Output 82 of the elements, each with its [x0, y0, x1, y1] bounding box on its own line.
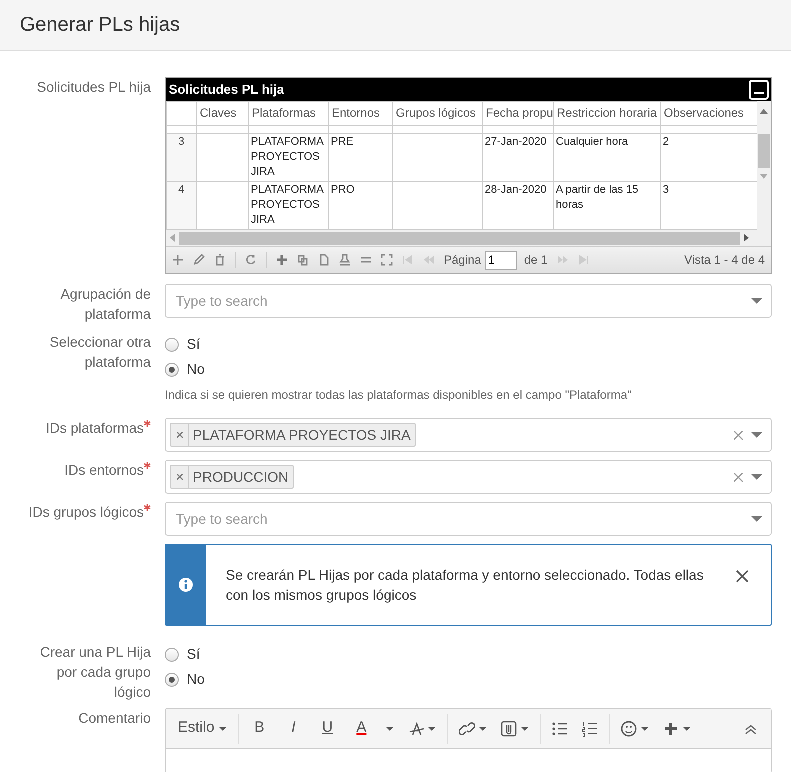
- table-cell: PLATAFORMA PROYECTOS JIRA: [248, 134, 328, 182]
- refresh-icon[interactable]: [245, 254, 257, 266]
- scroll-right-icon[interactable]: [744, 234, 749, 242]
- table-cell: 27-Jan-2020: [482, 134, 554, 182]
- remove-icon[interactable]: [176, 474, 182, 480]
- field-label: IDs grupos lógicos: [28, 503, 144, 522]
- page-input[interactable]: 1: [485, 250, 518, 270]
- scroll-left-icon[interactable]: [170, 234, 175, 242]
- radio-option[interactable]: No: [165, 357, 772, 382]
- minimize-button[interactable]: [749, 80, 769, 100]
- table-cell: Cualquier hora: [554, 134, 660, 182]
- underline-button[interactable]: U: [312, 714, 344, 744]
- record-count: Vista 1 - 4 de 4: [684, 252, 765, 269]
- caret-icon: [682, 726, 691, 730]
- stamp-icon[interactable]: [339, 254, 351, 266]
- plus-icon: [662, 720, 679, 736]
- row-number: 3: [166, 134, 196, 182]
- caret-icon: [218, 726, 227, 730]
- field-label: Comentario: [78, 709, 151, 728]
- scrollbar-thumb[interactable]: [179, 232, 740, 244]
- style-dropdown[interactable]: Estilo: [172, 714, 233, 744]
- scrollbar-thumb[interactable]: [758, 134, 770, 168]
- caret-icon: [751, 298, 763, 304]
- radio-option[interactable]: Sí: [165, 332, 772, 357]
- text-size-icon: [408, 720, 424, 736]
- column-header[interactable]: Restriccion horaria: [554, 102, 660, 126]
- smiley-icon: [620, 720, 637, 736]
- close-icon[interactable]: [736, 570, 749, 583]
- column-header[interactable]: Plataformas: [248, 102, 328, 126]
- page-title: Generar PLs hijas: [20, 13, 180, 37]
- column-header[interactable]: Claves: [196, 102, 248, 126]
- remove-icon[interactable]: [176, 432, 182, 438]
- column-header[interactable]: Grupos lógicos: [392, 102, 482, 126]
- page-label: Página: [444, 252, 482, 269]
- bold-button[interactable]: B: [244, 714, 276, 744]
- caret-icon: [520, 726, 529, 730]
- field-label: Solicitudes PL hija: [37, 78, 151, 97]
- multi-select[interactable]: PLATAFORMA PROYECTOS JIRA: [165, 418, 772, 452]
- scroll-down-icon[interactable]: [760, 174, 768, 179]
- field-label: IDs entornos: [64, 461, 144, 480]
- field-label: Agrupación de plataforma: [60, 285, 151, 324]
- clear-icon[interactable]: [734, 430, 743, 440]
- caret-icon: [751, 516, 763, 522]
- plus-icon[interactable]: [172, 254, 184, 266]
- caret-icon: [751, 474, 763, 480]
- radio-option[interactable]: Sí: [165, 642, 772, 667]
- field-label: Seleccionar otra plataforma: [48, 333, 151, 372]
- radio-option[interactable]: No: [165, 667, 772, 692]
- caret-icon: [640, 726, 649, 730]
- text-color-button[interactable]: A: [346, 714, 378, 744]
- grid-title: Solicitudes PL hija: [169, 80, 284, 99]
- row-number: 4: [166, 182, 196, 230]
- column-header[interactable]: Observaciones: [660, 102, 757, 126]
- column-header[interactable]: Fecha propu: [482, 102, 554, 126]
- numbered-list-icon: [582, 720, 598, 736]
- clear-icon[interactable]: [734, 472, 743, 482]
- info-icon: [178, 577, 194, 593]
- field-label: Crear una PL Hija por cada grupo lógico: [39, 643, 151, 702]
- plus-icon[interactable]: [276, 254, 288, 266]
- paperclip-icon: [500, 720, 517, 736]
- field-label: IDs plataformas: [46, 419, 144, 438]
- scroll-up-icon[interactable]: [760, 109, 768, 114]
- italic-button[interactable]: I: [278, 714, 310, 744]
- link-icon: [458, 720, 475, 736]
- file-icon[interactable]: [318, 254, 330, 266]
- pencil-icon[interactable]: [193, 254, 205, 266]
- caret-icon: [478, 726, 487, 730]
- caret-icon: [386, 726, 394, 730]
- trash-icon[interactable]: [214, 254, 226, 266]
- table-cell: PRE: [328, 134, 392, 182]
- caret-icon: [428, 726, 436, 730]
- help-text: Indica si se quieren mostrar todas las plataformas disponibles en el campo "Plataforma": [165, 387, 633, 404]
- bulleted-list-icon: [552, 720, 568, 736]
- expand-icon[interactable]: [381, 254, 393, 266]
- alert-text: Se crearán PL Hijas por cada plataforma y entorno seleccionado. Todas ellas con los mismos grupos lógicos: [225, 566, 705, 605]
- selected-tag[interactable]: PLATAFORMA PROYECTOS JIRA: [170, 423, 416, 447]
- multi-select[interactable]: PRODUCCION: [165, 460, 772, 494]
- selected-tag[interactable]: PRODUCCION: [170, 465, 294, 489]
- caret-icon: [751, 432, 763, 438]
- page-count: de 1: [524, 252, 548, 269]
- copy-icon[interactable]: [297, 254, 309, 266]
- column-header[interactable]: Entornos: [328, 102, 392, 126]
